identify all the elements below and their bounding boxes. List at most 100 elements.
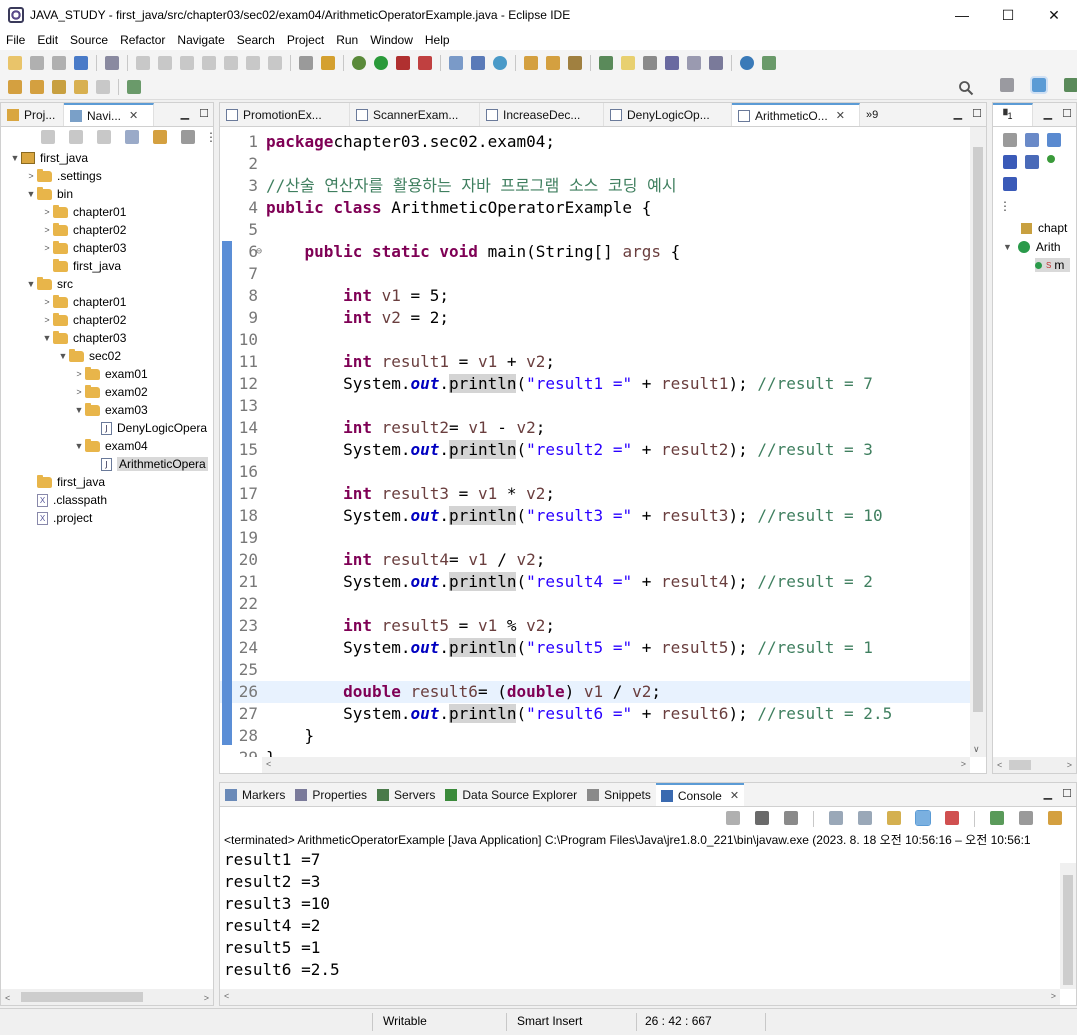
- new-package-icon[interactable]: [471, 56, 485, 70]
- close-icon[interactable]: ✕: [730, 789, 739, 802]
- tree-item[interactable]: J DenyLogicOpera: [1, 419, 213, 437]
- code-line[interactable]: 27 System.out.println("result6 =" + resu…: [220, 703, 970, 725]
- hide-local-types-icon[interactable]: [1003, 177, 1017, 191]
- save-all-icon[interactable]: [52, 56, 66, 70]
- code-line[interactable]: 26 double result6= (double) v1 / v2;: [220, 681, 970, 703]
- tree-item[interactable]: > exam01: [1, 365, 213, 383]
- block-selection-icon[interactable]: [665, 56, 679, 70]
- coverage-icon[interactable]: [299, 56, 313, 70]
- expanded-arrow-icon[interactable]: ▼: [73, 405, 85, 415]
- bottom-tab[interactable]: Servers: [372, 783, 440, 806]
- bottom-tab[interactable]: Properties: [290, 783, 372, 806]
- nav-up-icon[interactable]: [97, 130, 111, 144]
- code-line[interactable]: 19: [220, 527, 970, 549]
- save-icon[interactable]: [30, 56, 44, 70]
- code-line[interactable]: 18 System.out.println("result3 =" + resu…: [220, 505, 970, 527]
- tree-item[interactable]: > exam02: [1, 383, 213, 401]
- menu-search[interactable]: Search: [231, 33, 281, 47]
- search-icon[interactable]: [958, 80, 974, 96]
- code-line[interactable]: 17 int result3 = v1 * v2;: [220, 483, 970, 505]
- bottom-tab[interactable]: Console ✕: [655, 783, 745, 806]
- remove-all-icon[interactable]: [784, 811, 798, 825]
- terminate-icon[interactable]: [726, 811, 740, 825]
- expanded-arrow-icon[interactable]: ▼: [25, 279, 37, 289]
- tree-item[interactable]: X .project: [1, 509, 213, 527]
- code-line[interactable]: 9 int v2 = 2;: [220, 307, 970, 329]
- link-editor-icon[interactable]: [153, 130, 167, 144]
- menu-help[interactable]: Help: [419, 33, 456, 47]
- editor-tab[interactable]: DenyLogicOp...: [604, 103, 732, 126]
- previous-annotation-icon[interactable]: [30, 80, 44, 94]
- tree-item[interactable]: first_java: [1, 473, 213, 491]
- code-line[interactable]: 12 System.out.println("result1 =" + resu…: [220, 373, 970, 395]
- show-whitespace-icon[interactable]: [687, 56, 701, 70]
- step-over-icon[interactable]: [246, 56, 260, 70]
- editor-tab[interactable]: ArithmeticO... ✕: [732, 103, 860, 126]
- code-line[interactable]: 4 public class ArithmeticOperatorExample …: [220, 197, 970, 219]
- code-line[interactable]: 16: [220, 461, 970, 483]
- resume-icon[interactable]: [136, 56, 150, 70]
- minimize-view-icon[interactable]: ▁: [1044, 107, 1052, 120]
- hide-static-icon[interactable]: [1025, 155, 1039, 169]
- open-type-icon[interactable]: [524, 56, 538, 70]
- external-tools-icon[interactable]: [396, 56, 410, 70]
- maximize-view-icon[interactable]: ☐: [1062, 787, 1072, 800]
- tree-item[interactable]: ▼ src: [1, 275, 213, 293]
- toggle-breadcrumb-icon[interactable]: [643, 56, 657, 70]
- debug-icon[interactable]: [352, 56, 366, 70]
- collapse-all-icon[interactable]: [125, 130, 139, 144]
- code-line[interactable]: 1 packagechapter03.sec02.exam04;: [220, 131, 970, 153]
- view-menu-icon[interactable]: ⋮: [205, 130, 217, 144]
- tree-item[interactable]: first_java: [1, 257, 213, 275]
- open-perspective-icon[interactable]: [1000, 78, 1014, 92]
- menu-window[interactable]: Window: [364, 33, 419, 47]
- tree-item[interactable]: J ArithmeticOpera: [1, 455, 213, 473]
- tree-item[interactable]: > .settings: [1, 167, 213, 185]
- code-line[interactable]: 3 //산술 연산자를 활용하는 자바 프로그램 소스 코딩 예시: [220, 175, 970, 197]
- hide-nonpublic-icon[interactable]: [1047, 155, 1055, 163]
- nav-forward-icon[interactable]: [69, 130, 83, 144]
- tree-item[interactable]: ▼ first_java: [1, 149, 213, 167]
- run-last-tool-icon[interactable]: [418, 56, 432, 70]
- tab-overflow-button[interactable]: »9: [860, 103, 884, 126]
- minimize-view-icon[interactable]: ▁: [181, 107, 189, 120]
- maximize-view-icon[interactable]: ☐: [1062, 107, 1072, 120]
- clear-console-icon[interactable]: [945, 811, 959, 825]
- expand-arrow-icon[interactable]: ▼: [1003, 242, 1012, 252]
- tree-item[interactable]: > chapter03: [1, 239, 213, 257]
- debug-perspective-icon[interactable]: [1064, 78, 1077, 92]
- scroll-thumb[interactable]: [973, 147, 983, 712]
- java-perspective-icon[interactable]: [1030, 76, 1048, 94]
- code-line[interactable]: 23 int result5 = v1 % v2;: [220, 615, 970, 637]
- tab-project-explorer[interactable]: Proj...: [1, 103, 64, 126]
- skip-breakpoints-icon[interactable]: [105, 56, 119, 70]
- deploy-icon[interactable]: [762, 56, 776, 70]
- code-line[interactable]: 2: [220, 153, 970, 175]
- terminal-icon[interactable]: [74, 56, 88, 70]
- code-line[interactable]: 13: [220, 395, 970, 417]
- show-stdout-icon[interactable]: [887, 811, 901, 825]
- outline-class[interactable]: ▼ Arith: [1003, 240, 1061, 254]
- pilcrow-icon[interactable]: [709, 56, 723, 70]
- code-line[interactable]: 11 int result1 = v1 + v2;: [220, 351, 970, 373]
- hide-fields-icon[interactable]: [1003, 155, 1017, 169]
- menu-refactor[interactable]: Refactor: [114, 33, 171, 47]
- display-console-icon[interactable]: [1019, 811, 1033, 825]
- code-editor[interactable]: 1 packagechapter03.sec02.exam04; 2 3 //산술 연산…: [220, 127, 986, 757]
- console-output[interactable]: result1 =7 result2 =3 result3 =10 result4 =…: [224, 849, 340, 981]
- tree-item[interactable]: ▼ sec02: [1, 347, 213, 365]
- nav-back-icon[interactable]: [41, 130, 55, 144]
- new-class-icon[interactable]: [493, 56, 507, 70]
- console-vscroll[interactable]: [1060, 863, 1076, 989]
- fold-collapse-icon[interactable]: ⊖: [256, 246, 262, 257]
- tree-item[interactable]: > chapter02: [1, 311, 213, 329]
- view-menu-icon[interactable]: ⋮: [999, 199, 1015, 213]
- maximize-button[interactable]: ☐: [985, 0, 1031, 30]
- expanded-arrow-icon[interactable]: ▼: [57, 351, 69, 361]
- scroll-thumb[interactable]: [21, 992, 143, 1002]
- web-browser-icon[interactable]: [740, 56, 754, 70]
- forward-icon[interactable]: [96, 80, 110, 94]
- collapsed-arrow-icon[interactable]: >: [73, 387, 85, 397]
- menu-edit[interactable]: Edit: [31, 33, 64, 47]
- collapse-all-icon[interactable]: [1025, 133, 1039, 147]
